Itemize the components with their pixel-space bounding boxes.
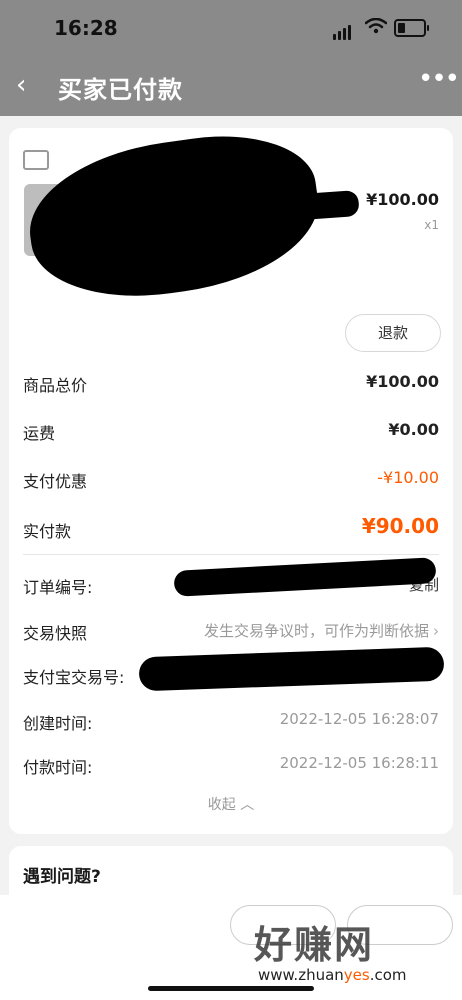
created-time-label: 创建时间: [23, 714, 93, 733]
chevron-right-icon: › [433, 622, 439, 640]
paid-time-value: 2022-12-05 16:28:11 [279, 754, 439, 772]
summary-row-subtotal: 商品总价 ¥100.00 [23, 368, 439, 398]
snapshot-row[interactable]: 交易快照 发生交易争议时，可作为判断依据 › [23, 616, 439, 646]
nav-bar: ‹ 买家已付款 ••• [0, 58, 462, 116]
status-bar: 16:28 [0, 0, 462, 58]
summary-label: 支付优惠 [23, 472, 88, 491]
summary-row-shipping: 运费 ¥0.00 [23, 416, 439, 446]
summary-value: -¥10.00 [377, 468, 439, 487]
summary-row-discount: 支付优惠 -¥10.00 [23, 464, 439, 494]
collapse-label: 收起 [207, 797, 236, 813]
order-card: ¥100.00 x1 退款 商品总价 ¥100.00 运费 ¥0.00 支付优惠… [9, 122, 453, 834]
snapshot-value: 发生交易争议时，可作为判断依据 › [203, 622, 439, 640]
refund-button[interactable]: 退款 [345, 314, 441, 352]
summary-value: ¥90.00 [361, 514, 439, 538]
created-time-row: 创建时间: 2022-12-05 16:28:07 [23, 706, 439, 736]
divider [23, 554, 439, 555]
watermark-logo: 好赚网 [254, 923, 375, 967]
product-price: ¥100.00 [366, 190, 439, 209]
status-time: 16:28 [54, 16, 118, 40]
order-number-label: 订单编号: [23, 578, 93, 597]
problem-title: 遇到问题? [23, 867, 101, 887]
chevron-up-icon: ︿ [240, 797, 255, 813]
paid-time-label: 付款时间: [23, 758, 93, 777]
shop-icon [23, 150, 49, 170]
bottom-action-bar [0, 895, 462, 1000]
watermark-url: www.zhuanyes.com [258, 966, 407, 984]
collapse-toggle[interactable]: 收起 ︿ [9, 794, 453, 814]
created-time-value: 2022-12-05 16:28:07 [279, 710, 439, 728]
snapshot-label: 交易快照 [23, 624, 88, 643]
alipay-number-label: 支付宝交易号: [23, 668, 125, 687]
summary-value: ¥0.00 [388, 420, 439, 439]
product-quantity: x1 [424, 218, 439, 232]
signal-icon [333, 21, 353, 40]
summary-label: 运费 [23, 424, 56, 443]
home-indicator [148, 986, 314, 991]
summary-label: 实付款 [23, 522, 72, 541]
wifi-icon [364, 17, 388, 38]
more-icon[interactable]: ••• [418, 64, 460, 94]
battery-icon [394, 19, 429, 37]
summary-row-paid: 实付款 ¥90.00 [23, 514, 439, 544]
summary-label: 商品总价 [23, 376, 88, 395]
page-title: 买家已付款 [58, 76, 183, 104]
back-icon[interactable]: ‹ [16, 70, 26, 100]
summary-value: ¥100.00 [366, 372, 439, 391]
paid-time-row: 付款时间: 2022-12-05 16:28:11 [23, 750, 439, 780]
